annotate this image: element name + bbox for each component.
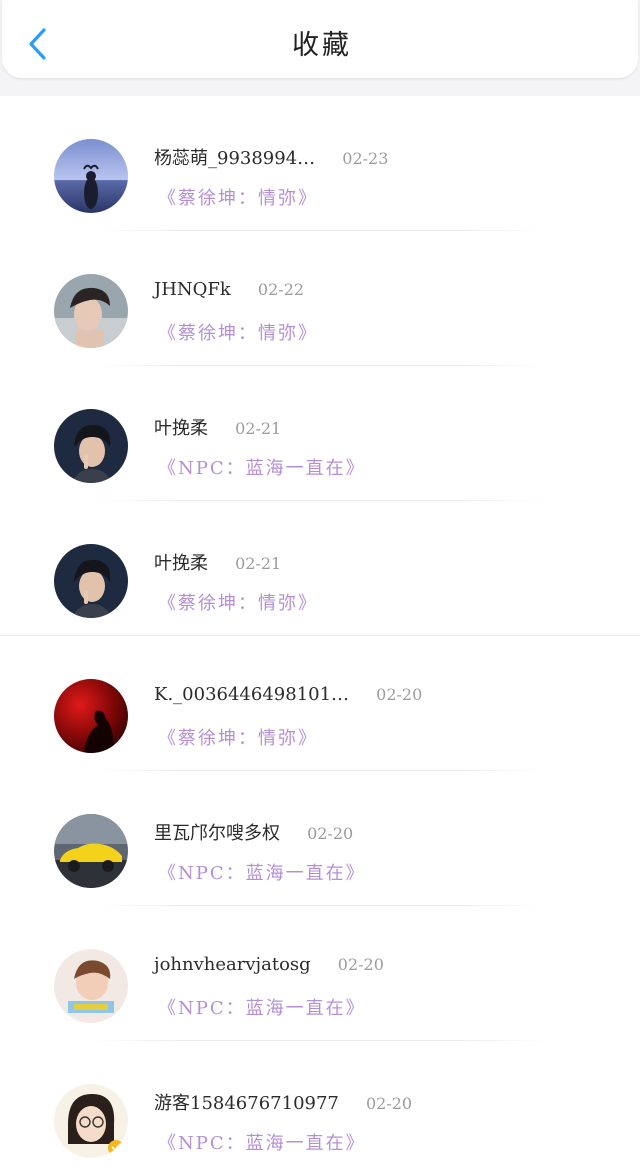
username[interactable]: 游客1584676710977 <box>154 1093 339 1114</box>
girl-glasses-photo <box>54 1084 128 1158</box>
work-title-link[interactable]: 《蔡徐坤：情弥》 <box>158 184 318 210</box>
list-item[interactable]: K._0036446498101… 02-20 《蔡徐坤：情弥》 <box>0 636 640 771</box>
username[interactable]: 叶挽柔 <box>154 418 208 439</box>
item-meta: 叶挽柔 02-21 <box>154 549 281 575</box>
list-item[interactable]: 叶挽柔 02-21 《蔡徐坤：情弥》 <box>0 501 640 636</box>
username[interactable]: 杨蕊萌_9938994… <box>154 148 315 169</box>
header-bar: 收藏 <box>0 0 640 96</box>
favorites-list: 杨蕊萌_9938994… 02-23 《蔡徐坤：情弥》 JHNQFk 02-22… <box>0 96 640 1176</box>
item-meta: 杨蕊萌_9938994… 02-23 <box>154 144 388 170</box>
item-meta: johnvhearvjatosg 02-20 <box>154 954 384 980</box>
work-title-link[interactable]: 《蔡徐坤：情弥》 <box>158 589 318 615</box>
red-silhouette-photo <box>54 679 128 753</box>
date: 02-22 <box>257 280 305 299</box>
list-item[interactable]: 杨蕊萌_9938994… 02-23 《蔡徐坤：情弥》 <box>0 96 640 231</box>
work-title-link[interactable]: 《蔡徐坤：情弥》 <box>158 319 318 345</box>
avatar[interactable] <box>54 949 128 1023</box>
date: 02-20 <box>307 824 354 843</box>
date: 02-20 <box>365 1094 413 1113</box>
list-item[interactable]: johnvhearvjatosg 02-20 《NPC：蓝海一直在》 <box>0 906 640 1041</box>
boy-shush-photo <box>54 544 128 618</box>
back-button[interactable] <box>20 24 56 64</box>
date: 02-20 <box>337 955 384 974</box>
boy-shush-photo <box>54 409 128 483</box>
page-title: 收藏 <box>292 30 352 61</box>
list-item[interactable]: 游客1584676710977 02-20 《NPC：蓝海一直在》 <box>0 1041 640 1176</box>
item-meta: 游客1584676710977 02-20 <box>154 1089 412 1115</box>
boy-portrait-photo <box>54 274 128 348</box>
boy-cartoon-photo <box>54 949 128 1023</box>
work-title-link[interactable]: 《NPC：蓝海一直在》 <box>158 1129 366 1155</box>
username[interactable]: johnvhearvjatosg <box>154 954 311 975</box>
list-item[interactable]: 里瓦邝尔嗖多权 02-20 《NPC：蓝海一直在》 <box>0 771 640 906</box>
date: 02-23 <box>342 149 389 168</box>
username[interactable]: JHNQFk <box>154 279 231 300</box>
avatar[interactable] <box>54 409 128 483</box>
username[interactable]: 叶挽柔 <box>154 553 208 574</box>
chevron-left-icon <box>29 28 46 60</box>
avatar[interactable] <box>54 1084 128 1158</box>
item-meta: 里瓦邝尔嗖多权 02-20 <box>154 819 353 845</box>
avatar[interactable] <box>54 139 128 213</box>
list-item[interactable]: JHNQFk 02-22 《蔡徐坤：情弥》 <box>0 231 640 366</box>
username[interactable]: K._0036446498101… <box>154 684 349 705</box>
list-item[interactable]: 叶挽柔 02-21 《NPC：蓝海一直在》 <box>0 366 640 501</box>
yellow-car-photo <box>54 814 128 888</box>
work-title-link[interactable]: 《NPC：蓝海一直在》 <box>158 994 366 1020</box>
work-title-link[interactable]: 《NPC：蓝海一直在》 <box>158 454 366 480</box>
avatar[interactable] <box>54 544 128 618</box>
date: 02-21 <box>235 419 282 438</box>
header-card: 收藏 <box>2 0 638 78</box>
sunset-heart-photo <box>54 139 128 213</box>
item-meta: K._0036446498101… 02-20 <box>154 684 422 710</box>
date: 02-20 <box>376 685 423 704</box>
avatar[interactable] <box>54 274 128 348</box>
work-title-link[interactable]: 《蔡徐坤：情弥》 <box>158 724 318 750</box>
avatar[interactable] <box>54 679 128 753</box>
date: 02-21 <box>235 554 282 573</box>
username[interactable]: 里瓦邝尔嗖多权 <box>154 823 280 844</box>
item-meta: 叶挽柔 02-21 <box>154 414 281 440</box>
work-title-link[interactable]: 《NPC：蓝海一直在》 <box>158 859 366 885</box>
item-meta: JHNQFk 02-22 <box>154 279 304 305</box>
avatar[interactable] <box>54 814 128 888</box>
